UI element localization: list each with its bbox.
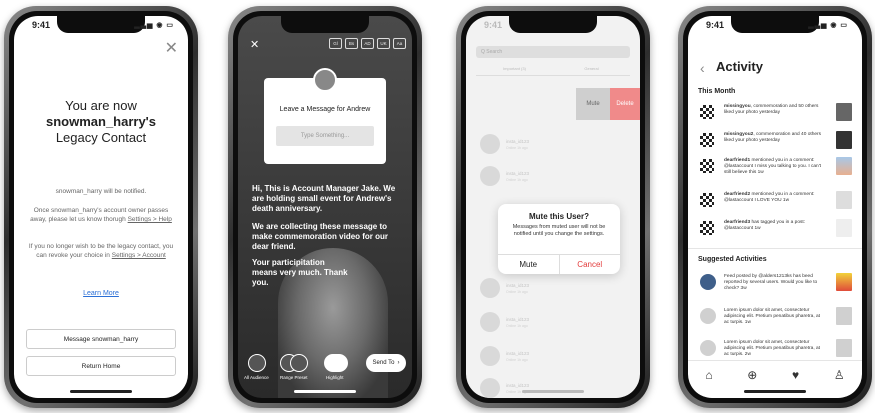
post-thumbnail [836,307,852,325]
return-home-button[interactable]: Return Home [26,356,176,376]
list-item[interactable]: insta_id123 Online 1h ago [480,134,630,156]
phone-activity: 9:41 ▂▃▅ ◉ ▭ ‹ Activity This Month missin… [678,6,872,408]
user-icon [700,105,714,119]
heart-icon[interactable]: ♥ [792,368,799,382]
user-icon [700,193,714,207]
mute-dialog: Mute this User? Messages from muted user… [498,204,620,274]
post-thumbnail [836,219,852,237]
activity-item[interactable]: missingyou, commemoration and 50 others … [696,102,854,126]
tool-button[interactable]: Gl [329,38,342,49]
revoke-paragraph: If you no longer wish to be the legacy c… [28,243,174,259]
search-input[interactable]: Q Search [476,46,630,58]
tab-important[interactable]: Important (3) [476,66,553,76]
page-title: Activity [716,59,763,74]
avatar [700,308,716,324]
activity-item[interactable]: dearfriend1 mentioned you in a comment: … [696,156,854,186]
user-icon [700,159,714,173]
tool-button[interactable]: Bs [345,38,358,49]
message-tabs: Important (3) General [476,66,630,76]
learn-more-link[interactable]: Learn More [14,290,188,297]
phone-mute-dialog: 9:41 Q Search Important (3) General Mute… [456,6,650,408]
user-icon [700,221,714,235]
post-thumbnail [836,131,852,149]
add-post-icon[interactable]: ⊕ [747,368,757,382]
notified-text: snowman_harry will be notified. [55,188,147,195]
home-indicator [70,390,132,393]
tool-button[interactable]: UK [377,38,390,49]
suggested-item[interactable]: Feed posted by @alders1213ks has beed re… [696,272,854,302]
list-item[interactable]: insta_id123 Online 1h ago [480,312,630,334]
swipe-delete-button[interactable]: Delete [610,88,640,120]
avatar [480,312,500,332]
highlight-toggle[interactable] [324,354,348,372]
activity-item[interactable]: dearfriend3 has tagged you in a post: @l… [696,218,854,242]
close-icon[interactable]: ✕ [165,38,178,58]
tab-general[interactable]: General [553,66,630,76]
divider [688,248,862,249]
avatar [480,134,500,154]
dialog-message: Messages from muted user will not be not… [512,224,606,237]
back-chevron-icon[interactable]: ‹ [700,60,705,76]
notch [281,16,369,33]
post-thumbnail [836,157,852,175]
dialog-title: Mute this User? [528,212,589,221]
home-indicator [294,390,356,393]
avatar [480,378,500,398]
list-item[interactable]: insta_id123 Online 1h ago [480,378,630,398]
phone-legacy-contact: 9:41 ▂▃▅ ◉ ▭ ✕ You are now snowman_harry'… [4,6,198,408]
home-indicator [522,390,584,393]
card-title: Leave a Message for Andrew [279,106,371,113]
section-suggested: Suggested Activities [698,256,767,263]
avatar [700,274,716,290]
cancel-button[interactable]: Cancel [560,255,621,274]
message-user-button[interactable]: Message snowman_harry [26,329,176,349]
user-icon [700,133,714,147]
list-item[interactable]: insta_id123 Online 1h ago [480,166,630,188]
chevron-right-icon: › [397,360,400,366]
settings-account-link[interactable]: Settings > Account [112,252,166,259]
story-text-2: We are collecting these message to make … [252,222,389,251]
tool-button[interactable]: AD [361,38,374,49]
story-bottom-bar: All Audience Range Preset Highlight Send… [244,352,406,386]
profile-icon[interactable]: ♙ [834,368,845,382]
message-input[interactable]: Type Something... [276,126,374,146]
activity-item[interactable]: missingyou2, commemoration and 40 others… [696,130,854,154]
activity-item[interactable]: dearfriend2 mentioned you in a comment: … [696,190,854,214]
swipe-mute-button[interactable]: Mute [576,88,610,120]
bottom-nav: ⌂ ⊕ ♥ ♙ [688,360,862,384]
signal-wifi-battery-icon: ▂▃▅ ◉ ▭ [808,22,848,29]
send-to-button[interactable]: Send To › [366,354,406,372]
signal-wifi-battery-icon: ▂▃▅ ◉ ▭ [134,22,174,29]
tool-button[interactable]: Aa [393,38,406,49]
post-thumbnail [836,339,852,357]
avatar [480,166,500,186]
range-preset-button-2[interactable] [290,354,308,372]
story-text-1: Hi, This is Account Manager Jake. We are… [252,184,396,213]
status-time: 9:41 [32,20,51,30]
avatar [480,346,500,366]
list-item[interactable]: insta_id123 Online 1h ago [480,278,630,300]
legacy-title: You are now snowman_harry's Legacy Conta… [45,98,157,145]
close-icon[interactable]: ✕ [250,38,259,51]
list-item[interactable]: insta_id123 Online 1h ago [480,346,630,368]
story-text-3: Your participitation means very much. Th… [252,258,348,287]
audience-button[interactable] [248,354,266,372]
avatar [480,278,500,298]
mute-button[interactable]: Mute [498,255,560,274]
story-toolbar: Gl Bs AD UK Aa [329,38,406,49]
suggested-item[interactable]: Lorem ipsum dolor sit amet, consectetur … [696,306,854,334]
settings-help-link[interactable]: Settings > Help [128,216,172,223]
home-indicator [744,390,806,393]
post-thumbnail [836,273,852,291]
section-this-month: This Month [698,88,736,95]
phone-story-message: ✕ Gl Bs AD UK Aa Leave a Message for And… [228,6,422,408]
home-icon[interactable]: ⌂ [705,368,712,382]
post-thumbnail [836,191,852,209]
help-paragraph: Once snowman_harry's account owner passe… [30,207,172,223]
avatar [313,68,337,92]
avatar [700,340,716,356]
post-thumbnail [836,103,852,121]
